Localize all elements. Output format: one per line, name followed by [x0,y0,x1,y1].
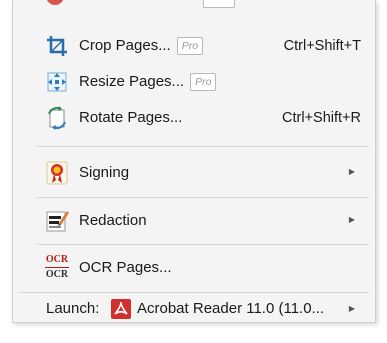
menu-item-crop-pages[interactable]: Crop Pages... Pro Ctrl+Shift+T [13,28,375,64]
signing-ribbon-icon [45,161,69,185]
launch-app-name: Acrobat Reader 11.0 (11.0... [137,300,325,317]
menu-item-redaction[interactable]: Redaction ▶ [13,203,375,239]
acrobat-reader-icon [111,299,131,319]
menu-separator [19,292,369,293]
menu-separator [37,197,369,198]
menu-item-label: OCR Pages... [79,259,172,276]
context-menu: Crop Pages... Pro Ctrl+Shift+T Resize Pag… [12,0,376,323]
menu-item-launch-acrobat[interactable]: Launch: Acrobat Reader 11.0 (11.0... ▶ [13,299,375,322]
menu-item-label: Resize Pages... [79,73,185,90]
resize-icon [45,70,69,94]
menu-separator [37,244,369,245]
ocr-icon-text-bottom: OCR [45,269,69,280]
menu-item-label: Rotate Pages... [79,109,183,126]
menu-item-ocr-pages[interactable]: OCR OCR OCR Pages... [13,250,375,286]
pro-badge: Pro [190,73,217,92]
menu-item-label: Redaction [79,212,147,229]
menu-item-label: Signing [79,164,130,181]
menu-item-rotate-pages[interactable]: Rotate Pages... Ctrl+Shift+R [13,100,375,136]
ocr-icon-divider [45,267,69,268]
menu-item-signing[interactable]: Signing ▶ [13,155,375,191]
submenu-arrow-icon: ▶ [348,167,355,176]
partial-item-icon [45,0,65,8]
pro-badge: Pro [176,37,204,56]
menu-separator [37,146,369,147]
submenu-arrow-icon: ▶ [348,215,355,224]
shortcut-label: Ctrl+Shift+T [283,38,361,54]
submenu-arrow-icon: ▶ [348,304,355,313]
partial-pro-badge [203,0,235,8]
launch-label: Launch: [46,300,100,317]
crop-icon [45,34,69,58]
redaction-icon [45,209,69,233]
partial-item-cutoff [13,0,375,10]
ocr-icon: OCR OCR [43,254,71,282]
rotate-icon [45,106,69,130]
ocr-icon-text-top: OCR [45,254,69,265]
menu-item-label: Crop Pages... [79,37,171,54]
menu-item-resize-pages[interactable]: Resize Pages... Pro [13,64,375,100]
shortcut-label: Ctrl+Shift+R [282,110,361,126]
